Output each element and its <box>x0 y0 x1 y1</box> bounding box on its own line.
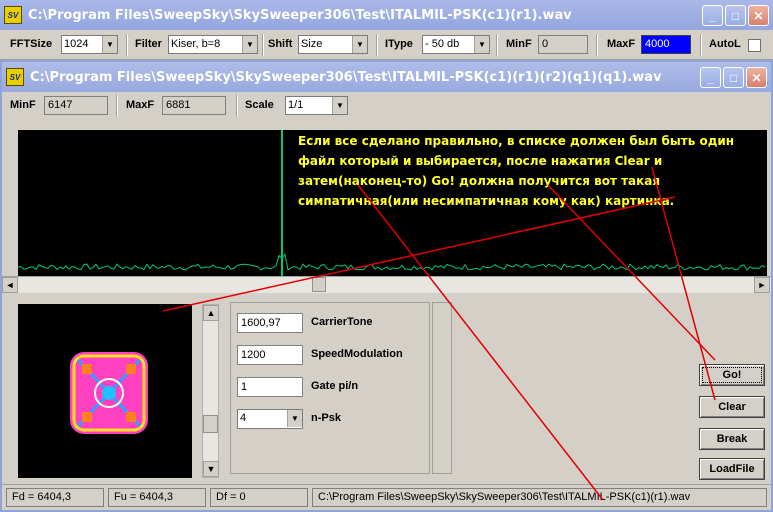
child-titlebar: SV C:\Program Files\SweepSky\SkySweeper3… <box>2 62 771 92</box>
separator <box>116 95 118 117</box>
annotation-text: Если все сделано правильно, в списке дол… <box>298 134 735 208</box>
loadfile-button[interactable]: LoadFile <box>699 458 765 480</box>
separator <box>700 34 702 56</box>
autol-label: AutoL <box>709 38 741 50</box>
scale-label: Scale <box>245 99 274 111</box>
separator <box>376 34 378 56</box>
scroll-left-icon[interactable]: ◄ <box>2 277 18 293</box>
constellation-point <box>82 412 92 422</box>
clear-button[interactable]: Clear <box>699 396 765 418</box>
params-panel: 1600,97 CarrierTone 1200 SpeedModulation… <box>230 302 430 474</box>
gate-label: Gate pi/n <box>311 380 359 392</box>
chevron-down-icon[interactable]: ▼ <box>242 36 257 53</box>
itype-label: IType <box>385 38 413 50</box>
main-window-title: C:\Program Files\SweepSky\SkySweeper306\… <box>28 7 572 23</box>
scale-value: 1/1 <box>288 99 304 111</box>
child-minf-field[interactable]: 6147 <box>44 96 108 115</box>
chevron-down-icon[interactable]: ▼ <box>352 36 367 53</box>
params-panel-right <box>432 302 452 474</box>
constellation-point <box>126 412 136 422</box>
constellation-point <box>126 364 136 374</box>
separator <box>596 34 598 56</box>
npsk-value: 4 <box>240 412 247 424</box>
carrier-tone-label: CarrierTone <box>311 316 373 328</box>
chevron-down-icon[interactable]: ▼ <box>287 410 302 427</box>
params-vscrollbar[interactable]: ▲ ▼ <box>202 304 219 478</box>
close-button[interactable]: ✕ <box>748 5 769 26</box>
vscroll-thumb[interactable] <box>203 415 218 433</box>
break-button[interactable]: Break <box>699 428 765 450</box>
chevron-down-icon[interactable]: ▼ <box>474 36 489 53</box>
separator <box>496 34 498 56</box>
constellation-core <box>102 386 116 400</box>
filter-value: Kiser, b=8 <box>171 38 221 50</box>
fftsize-label: FFTSize <box>10 38 53 50</box>
status-df: Df = 0 <box>210 488 308 507</box>
go-button[interactable]: Go! <box>699 364 765 386</box>
chevron-down-icon[interactable]: ▼ <box>102 36 117 53</box>
npsk-label: n-Psk <box>311 412 341 424</box>
child-maxf-label: MaxF <box>126 99 155 111</box>
autol-checkbox[interactable] <box>748 39 761 52</box>
scroll-up-icon[interactable]: ▲ <box>203 305 219 321</box>
separator <box>262 34 264 56</box>
shift-select[interactable]: Size ▼ <box>298 35 368 54</box>
status-fd: Fd = 6404,3 <box>6 488 104 507</box>
npsk-select[interactable]: 4 ▼ <box>237 409 303 429</box>
itype-select[interactable]: - 50 db ▼ <box>422 35 490 54</box>
speed-modulation-label: SpeedModulation <box>311 348 403 360</box>
separator <box>126 34 128 56</box>
chevron-down-icon[interactable]: ▼ <box>332 97 347 114</box>
child-maximize-button[interactable]: □ <box>723 67 744 88</box>
constellation-plot <box>70 352 148 434</box>
maxf-field[interactable]: 4000 <box>641 35 691 54</box>
child-window-title: C:\Program Files\SweepSky\SkySweeper306\… <box>30 69 662 85</box>
filter-select[interactable]: Kiser, b=8 ▼ <box>168 35 258 54</box>
status-file: C:\Program Files\SweepSky\SkySweeper306\… <box>312 488 767 507</box>
child-minimize-button[interactable]: _ <box>700 67 721 88</box>
minf-label: MinF <box>506 38 532 50</box>
child-subbar: MinF 6147 MaxF 6881 Scale 1/1 ▼ <box>2 92 771 120</box>
separator <box>236 95 238 117</box>
speed-modulation-input[interactable]: 1200 <box>237 345 303 365</box>
carrier-tone-input[interactable]: 1600,97 <box>237 313 303 333</box>
status-fu: Fu = 6404,3 <box>108 488 206 507</box>
child-minf-label: MinF <box>10 99 36 111</box>
constellation-point <box>82 364 92 374</box>
shift-value: Size <box>301 38 323 50</box>
child-close-button[interactable]: ✕ <box>746 67 767 88</box>
maximize-button[interactable]: □ <box>725 5 746 26</box>
scroll-right-icon[interactable]: ► <box>754 277 770 293</box>
fftsize-value: 1024 <box>64 38 89 50</box>
minimize-button[interactable]: _ <box>702 5 723 26</box>
main-toolbar: FFTSize 1024 ▼ Filter Kiser, b=8 ▼ Shift… <box>0 30 773 60</box>
spectrum-hscrollbar[interactable]: ◄ ► <box>2 276 771 293</box>
constellation-display <box>18 304 192 478</box>
app-icon: SV <box>4 6 22 24</box>
filter-label: Filter <box>135 38 162 50</box>
app-icon: SV <box>6 68 24 86</box>
maxf-label: MaxF <box>607 38 636 50</box>
minf-field[interactable]: 0 <box>538 35 588 54</box>
child-window: SV C:\Program Files\SweepSky\SkySweeper3… <box>0 60 773 512</box>
scroll-down-icon[interactable]: ▼ <box>203 461 219 477</box>
scale-select[interactable]: 1/1 ▼ <box>285 96 348 115</box>
shift-label: Shift <box>268 38 293 50</box>
fftsize-select[interactable]: 1024 ▼ <box>61 35 118 54</box>
itype-value: - 50 db <box>425 38 460 50</box>
main-titlebar: SV C:\Program Files\SweepSky\SkySweeper3… <box>0 0 773 30</box>
gate-input[interactable]: 1 <box>237 377 303 397</box>
status-bar: Fd = 6404,3 Fu = 6404,3 Df = 0 C:\Progra… <box>2 484 771 510</box>
hscroll-thumb[interactable] <box>312 277 326 292</box>
child-maxf-field[interactable]: 6881 <box>162 96 226 115</box>
